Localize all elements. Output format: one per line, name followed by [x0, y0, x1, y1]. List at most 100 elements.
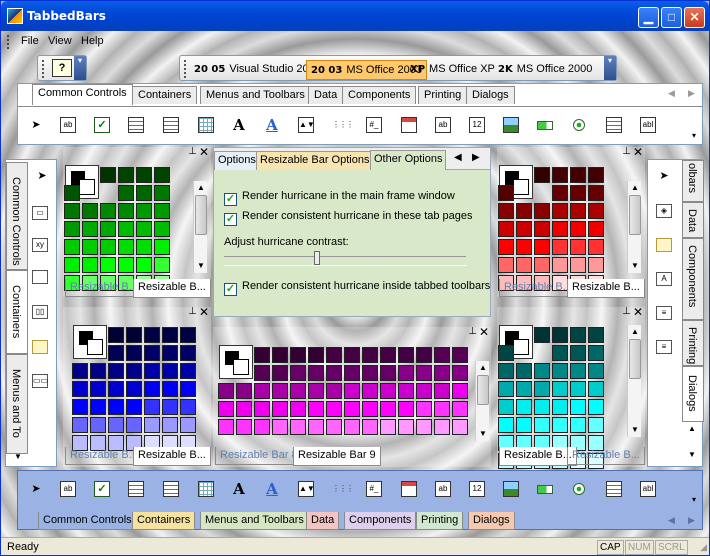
scroll-up-icon[interactable]: ▲: [628, 181, 642, 195]
checkbox-checked-icon[interactable]: ✓: [224, 283, 237, 296]
color-swatch[interactable]: [452, 347, 468, 363]
bottom-tab[interactable]: Dialogs: [468, 512, 515, 530]
groupbox-icon[interactable]: ▭: [32, 206, 48, 220]
color-swatch[interactable]: [570, 363, 586, 379]
color-swatch[interactable]: [498, 363, 514, 379]
color-swatch[interactable]: [236, 383, 252, 399]
radio-icon[interactable]: [573, 119, 585, 131]
color-swatch[interactable]: [308, 383, 324, 399]
color-swatch[interactable]: [516, 257, 532, 273]
color-swatch[interactable]: [162, 345, 178, 361]
color-swatch[interactable]: [552, 327, 568, 343]
color-swatch[interactable]: [326, 419, 342, 435]
color-swatch[interactable]: [72, 399, 88, 415]
calendar-icon[interactable]: [401, 117, 417, 133]
color-swatch[interactable]: [552, 363, 568, 379]
color-swatch[interactable]: [416, 383, 432, 399]
scroll-thumb[interactable]: [629, 195, 641, 235]
color-swatch[interactable]: [144, 381, 160, 397]
scroll-thumb[interactable]: [477, 375, 489, 405]
scroll-right-icon[interactable]: ▶: [688, 88, 695, 99]
color-swatch[interactable]: [344, 365, 360, 381]
color-swatch[interactable]: [154, 203, 170, 219]
picture-icon[interactable]: [503, 481, 519, 497]
color-swatch[interactable]: [344, 419, 360, 435]
color-swatch[interactable]: [82, 203, 98, 219]
color-swatch[interactable]: [64, 185, 80, 201]
color-swatch[interactable]: [254, 419, 270, 435]
bar-tab[interactable]: Resizable B...: [567, 447, 645, 465]
color-swatch[interactable]: [290, 383, 306, 399]
color-swatch[interactable]: [272, 347, 288, 363]
color-swatch[interactable]: [126, 345, 142, 361]
color-swatch[interactable]: [90, 363, 106, 379]
color-swatch[interactable]: [398, 365, 414, 381]
color-swatch[interactable]: [108, 345, 124, 361]
pointer-icon[interactable]: ➤: [34, 168, 50, 184]
color-swatch[interactable]: [108, 327, 124, 343]
color-swatch[interactable]: [100, 203, 116, 219]
scroll-up-icon[interactable]: ▲: [628, 325, 642, 339]
color-swatch[interactable]: [308, 419, 324, 435]
picture-icon[interactable]: [503, 117, 519, 133]
pin-icon[interactable]: ⊥: [622, 146, 631, 157]
pin-icon[interactable]: ⊥: [188, 306, 197, 317]
color-swatch[interactable]: [64, 221, 80, 237]
color-swatch[interactable]: [162, 417, 178, 433]
color-swatch[interactable]: [100, 257, 116, 273]
color-swatch[interactable]: [452, 383, 468, 399]
hotkey-icon[interactable]: ab: [435, 481, 451, 497]
scroll-right-icon[interactable]: ▶: [688, 515, 695, 526]
color-swatch[interactable]: [136, 185, 152, 201]
tab-resizable-bar-options[interactable]: Resizable Bar Options: [256, 151, 374, 170]
color-swatch[interactable]: [534, 363, 550, 379]
color-swatch[interactable]: [552, 203, 568, 219]
font-dialog-icon[interactable]: A: [656, 272, 672, 286]
color-swatch[interactable]: [180, 399, 196, 415]
color-swatch[interactable]: [588, 203, 604, 219]
color-swatch[interactable]: [570, 381, 586, 397]
bar-close-icon[interactable]: ✕: [479, 325, 489, 339]
tab-options[interactable]: Options: [214, 151, 260, 170]
bar-scrollbar[interactable]: ▲ ▼: [193, 181, 207, 273]
color-swatch[interactable]: [154, 239, 170, 255]
color-swatch[interactable]: [434, 383, 450, 399]
title-bar[interactable]: TabbedBars ▁ □ ✕: [1, 1, 709, 31]
bottom-tab[interactable]: Components: [344, 512, 417, 530]
color-swatch[interactable]: [108, 381, 124, 397]
tabs-scroll-left-icon[interactable]: ◀: [454, 152, 462, 163]
color-swatch[interactable]: [308, 347, 324, 363]
color-swatch[interactable]: [380, 401, 396, 417]
numeric-icon[interactable]: 12: [469, 481, 485, 497]
bottom-tab[interactable]: Printing: [416, 512, 464, 530]
label-icon[interactable]: A: [231, 117, 247, 133]
color-swatch[interactable]: [72, 363, 88, 379]
color-swatch[interactable]: [162, 399, 178, 415]
progress-icon[interactable]: [537, 485, 553, 494]
menu-grip-icon[interactable]: [7, 35, 11, 49]
color-swatch[interactable]: [516, 381, 532, 397]
color-swatch[interactable]: [254, 365, 270, 381]
color-swatch[interactable]: [180, 417, 196, 433]
tab-printing[interactable]: Printing: [418, 86, 468, 104]
color-swatch[interactable]: [570, 203, 586, 219]
pin-icon[interactable]: ⊥: [188, 146, 197, 157]
bar-tab[interactable]: Resizable B...: [65, 447, 143, 465]
scroll-up-icon[interactable]: ▲: [688, 424, 696, 433]
style-vs2005-button[interactable]: 20 05 Visual Studio 2005: [190, 60, 325, 80]
listview-icon[interactable]: [163, 481, 179, 497]
color-swatch[interactable]: [136, 203, 152, 219]
vtab-menus-and-toolbars[interactable]: Menus and To: [6, 354, 28, 454]
listbox-icon[interactable]: [128, 481, 144, 497]
bar-header[interactable]: ⊥ ✕: [63, 145, 211, 159]
bottom-tab[interactable]: Containers: [132, 512, 196, 530]
color-swatch[interactable]: [416, 419, 432, 435]
linklabel-icon[interactable]: A: [264, 117, 280, 133]
color-swatch[interactable]: [552, 239, 568, 255]
pin-icon[interactable]: ⊥: [622, 306, 631, 317]
toolbar-chevron-icon[interactable]: ▾: [692, 131, 696, 140]
scroll-down-icon[interactable]: ▼: [14, 452, 22, 461]
color-swatch[interactable]: [516, 203, 532, 219]
color-swatch[interactable]: [362, 401, 378, 417]
bottom-tab[interactable]: Data: [306, 512, 340, 530]
